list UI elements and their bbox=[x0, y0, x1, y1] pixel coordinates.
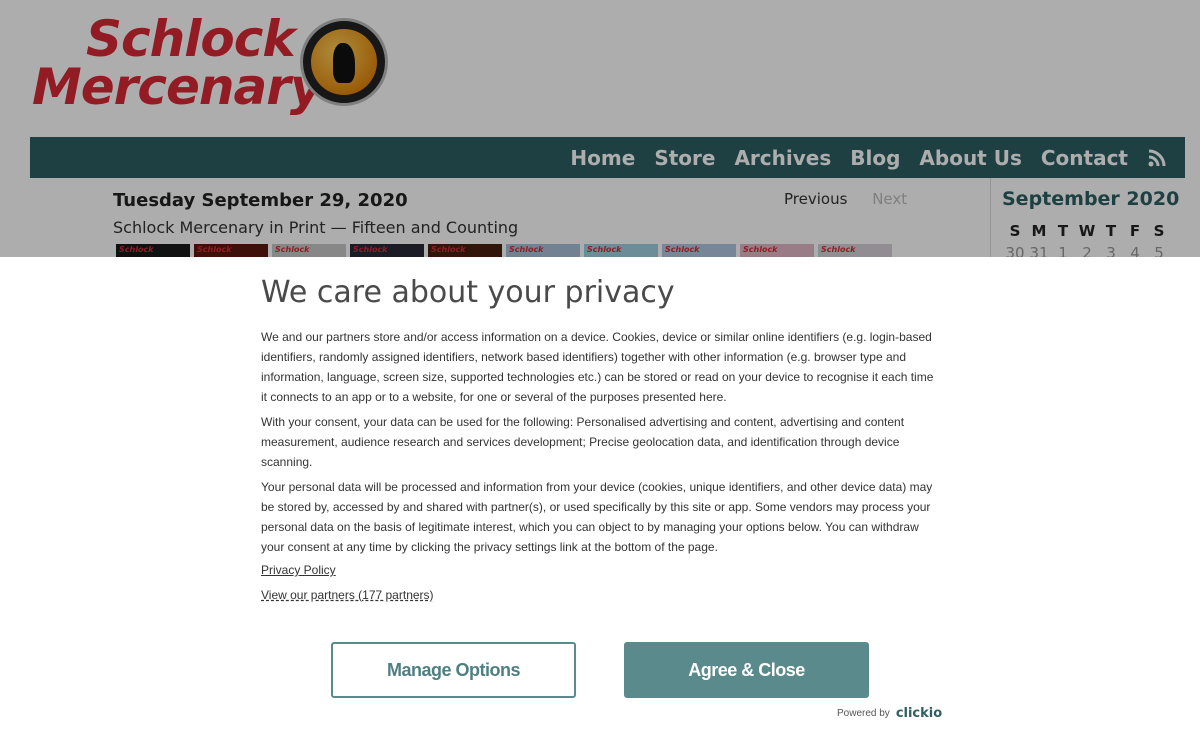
powered-by: Powered by clickio bbox=[837, 706, 942, 721]
consent-body: We and our partners store and/or access … bbox=[261, 327, 941, 562]
powered-by-label: Powered by bbox=[837, 708, 890, 719]
privacy-policy-link[interactable]: Privacy Policy bbox=[261, 563, 336, 577]
manage-options-button[interactable]: Manage Options bbox=[331, 642, 576, 698]
clickio-logo[interactable]: clickio bbox=[896, 706, 942, 721]
consent-title: We care about your privacy bbox=[261, 275, 675, 310]
consent-paragraph: With your consent, your data can be used… bbox=[261, 415, 905, 469]
consent-paragraph: We and our partners store and/or access … bbox=[261, 330, 934, 404]
consent-dialog: We care about your privacy We and our pa… bbox=[0, 257, 1200, 740]
agree-close-button[interactable]: Agree & Close bbox=[624, 642, 869, 698]
view-partners-link[interactable]: View our partners (177 partners) bbox=[261, 588, 434, 602]
consent-paragraph: Your personal data will be processed and… bbox=[261, 480, 933, 554]
